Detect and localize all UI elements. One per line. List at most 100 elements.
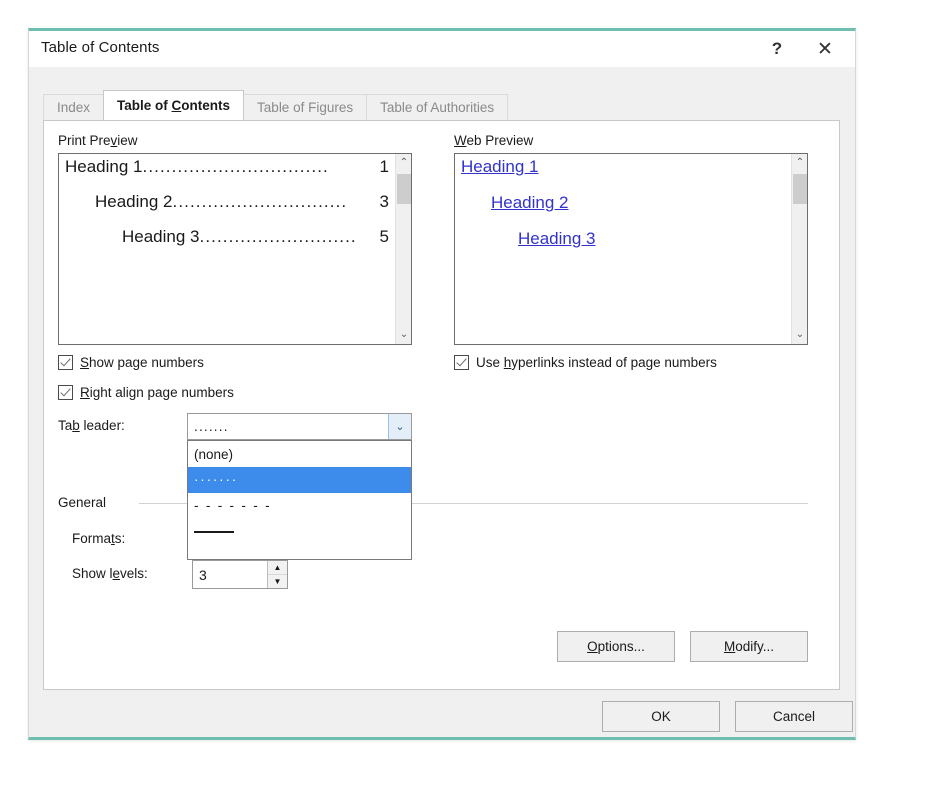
print-preview-scrollbar[interactable]: ⌃ ⌄ <box>395 154 411 344</box>
label-tail: vels: <box>120 566 148 581</box>
label-head: Show l <box>72 566 113 581</box>
tab-page-table-of-contents: Print Preview Heading 1 ................… <box>43 120 840 690</box>
print-preview-entry-2: Heading 2 ..............................… <box>65 193 389 211</box>
print-preview-entry-3: Heading 3 ........................... 5 <box>65 228 389 246</box>
label-tail: ptions... <box>597 639 645 654</box>
print-preview-label: Print Preview <box>58 133 138 148</box>
web-preview-content: Heading 1 Heading 2 Heading 3 <box>455 154 791 344</box>
spinner-up-icon[interactable]: ▲ <box>268 561 287 575</box>
scrollbar-thumb[interactable] <box>793 174 807 204</box>
entry-leader: .............................. <box>172 192 348 211</box>
dropdown-item-solid[interactable] <box>188 519 411 545</box>
dialog-body: Index Table of Contents Table of Figures… <box>29 67 855 737</box>
web-preview-entry-3: Heading 3 <box>461 230 785 249</box>
tab-table-of-contents[interactable]: Table of Contents <box>103 90 245 120</box>
entry-leader: ........................... <box>199 227 357 246</box>
dialog-titlebar: Table of Contents ? ✕ <box>29 31 855 67</box>
dropdown-item-dashed[interactable]: - - - - - - - <box>188 493 411 519</box>
scroll-up-icon[interactable]: ⌃ <box>792 155 807 171</box>
scroll-down-icon[interactable]: ⌄ <box>396 327 411 343</box>
spinner-buttons: ▲ ▼ <box>267 561 287 588</box>
checkbox-label: Right align page numbers <box>80 385 234 400</box>
tab-label-head: Table of <box>117 98 172 113</box>
web-preview-entry-1: Heading 1 <box>461 158 785 177</box>
label-head: Use <box>476 355 504 370</box>
item-label: - - - - - - - <box>194 498 272 514</box>
label-accel: O <box>587 639 598 654</box>
web-preview-scrollbar[interactable]: ⌃ ⌄ <box>791 154 807 344</box>
scroll-up-icon[interactable]: ⌃ <box>396 155 411 171</box>
print-preview-label-head: Print Pre <box>58 133 111 148</box>
label-tail: leader: <box>79 418 125 433</box>
web-preview-entry-2: Heading 2 <box>461 194 785 213</box>
chevron-down-icon[interactable]: ⌄ <box>388 414 411 439</box>
cancel-button[interactable]: Cancel <box>735 701 853 732</box>
item-label: (none) <box>194 446 234 462</box>
print-preview-entry-1: Heading 1 ..............................… <box>65 158 389 176</box>
screen-root: Table of Contents ? ✕ Index Table of Con… <box>0 0 948 788</box>
checkbox-label: Show page numbers <box>80 355 204 370</box>
checkbox-indicator[interactable] <box>454 355 469 370</box>
tab-label-accel: C <box>171 98 182 113</box>
entry-text: Heading 1 <box>65 158 143 176</box>
show-levels-label: Show levels: <box>72 566 148 581</box>
show-levels-spinner[interactable]: 3 ▲ ▼ <box>192 560 288 589</box>
scrollbar-thumb[interactable] <box>397 174 411 204</box>
label-tail: odify... <box>735 639 775 654</box>
close-icon[interactable]: ✕ <box>803 33 847 65</box>
web-preview-box: Heading 1 Heading 2 Heading 3 ⌃ ⌄ <box>454 153 808 345</box>
print-preview-content: Heading 1 ..............................… <box>59 154 395 344</box>
dropdown-item-dotted[interactable]: ······· <box>188 467 411 493</box>
entry-text: Heading 3 <box>122 227 200 246</box>
help-icon[interactable]: ? <box>755 33 799 65</box>
label-tail: yperlinks instead of page numbers <box>511 355 717 370</box>
tab-index[interactable]: Index <box>43 94 105 120</box>
label-tail: s: <box>114 531 126 546</box>
checkbox-label: Use hyperlinks instead of page numbers <box>476 355 717 370</box>
show-levels-value[interactable]: 3 <box>193 561 267 588</box>
checkbox-show-page-numbers[interactable]: Show page numbers <box>58 355 204 370</box>
modify-button[interactable]: Modify... <box>690 631 808 662</box>
spinner-down-icon[interactable]: ▼ <box>268 575 287 588</box>
print-preview-label-tail: iew <box>117 133 138 148</box>
heading-link[interactable]: Heading 3 <box>518 230 596 248</box>
label-tail: how page numbers <box>89 355 204 370</box>
label-accel: e <box>112 566 121 581</box>
tab-leader-dropdown-list[interactable]: (none) ······· - - - - - - - <box>187 440 412 560</box>
label-accel: M <box>723 639 736 654</box>
tabstrip: Index Table of Contents Table of Figures… <box>43 90 509 120</box>
checkbox-right-align-page-numbers[interactable]: Right align page numbers <box>58 385 234 400</box>
scroll-down-icon[interactable]: ⌄ <box>792 327 807 343</box>
tab-leader-label: Tab leader: <box>58 418 125 433</box>
web-preview-label: Web Preview <box>454 133 533 148</box>
entry-page: 1 <box>379 158 389 176</box>
label-tail: ight align page numbers <box>89 385 234 400</box>
solid-line-icon <box>194 531 234 533</box>
heading-link[interactable]: Heading 1 <box>461 158 539 176</box>
tab-table-of-authorities[interactable]: Table of Authorities <box>366 94 509 120</box>
label-head: Forma <box>72 531 112 546</box>
label-accel: R <box>80 385 90 400</box>
checkbox-use-hyperlinks[interactable]: Use hyperlinks instead of page numbers <box>454 355 717 370</box>
web-preview-label-tail: eb Preview <box>466 133 534 148</box>
checkbox-indicator[interactable] <box>58 355 73 370</box>
heading-link[interactable]: Heading 2 <box>491 194 569 212</box>
tab-leader-value: ....... <box>194 419 229 434</box>
entry-leader: ................................ <box>142 158 329 176</box>
entry-page: 3 <box>379 192 389 211</box>
dropdown-item-none[interactable]: (none) <box>188 441 411 467</box>
print-preview-box: Heading 1 ..............................… <box>58 153 412 345</box>
ok-button[interactable]: OK <box>602 701 720 732</box>
tab-leader-combobox[interactable]: ....... ⌄ <box>187 413 412 440</box>
tab-table-of-figures[interactable]: Table of Figures <box>243 94 368 120</box>
entry-text: Heading 2 <box>95 192 173 211</box>
label-head: Ta <box>58 418 73 433</box>
label-accel: S <box>80 355 90 370</box>
options-button[interactable]: Options... <box>557 631 675 662</box>
checkbox-indicator[interactable] <box>58 385 73 400</box>
label-accel: b <box>72 418 80 433</box>
item-label: ······· <box>194 472 239 488</box>
dialog-title: Table of Contents <box>41 39 160 56</box>
table-of-contents-dialog: Table of Contents ? ✕ Index Table of Con… <box>28 28 856 740</box>
tab-label-tail: ontents <box>181 98 231 113</box>
